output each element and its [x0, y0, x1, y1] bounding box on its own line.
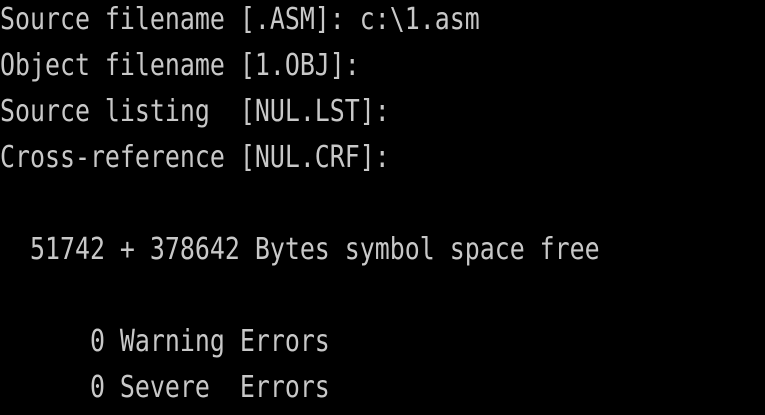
warning-errors-count: 0 Warning Errors	[0, 324, 330, 359]
cross-reference-prompt: Cross-reference [NUL.CRF]:	[0, 140, 390, 175]
symbol-space-status: 51742 + 378642 Bytes symbol space free	[0, 232, 600, 267]
source-filename-prompt: Source filename [.ASM]: c:\1.asm	[0, 2, 480, 37]
source-listing-prompt: Source listing [NUL.LST]:	[0, 94, 390, 129]
object-filename-prompt: Object filename [1.OBJ]:	[0, 48, 360, 83]
dos-console-window: Source filename [.ASM]: c:\1.asm Object …	[0, 0, 765, 415]
severe-errors-count: 0 Severe Errors	[0, 370, 330, 405]
